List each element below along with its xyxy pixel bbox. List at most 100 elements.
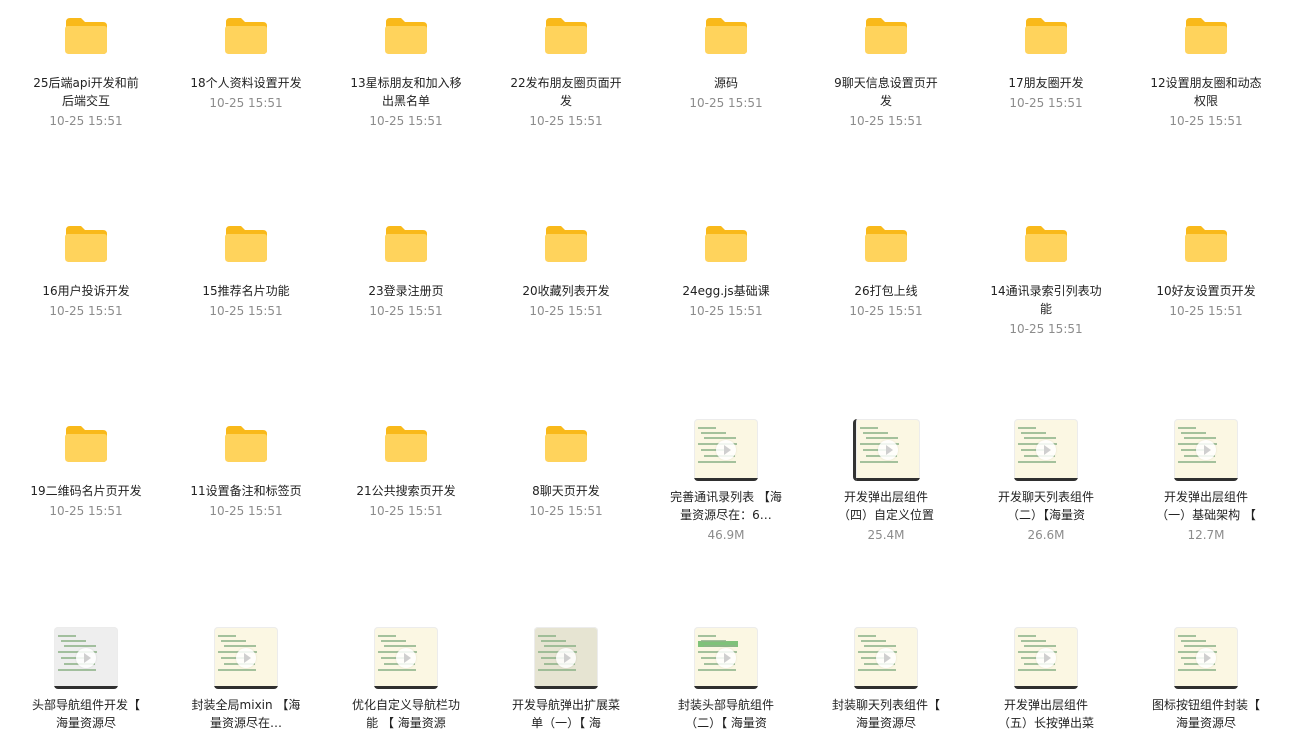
thumbnail xyxy=(383,418,429,470)
folder-item[interactable]: 22发布朋友圈页面开发 10-25 15:51 xyxy=(486,10,646,130)
file-name: 源码 xyxy=(713,76,738,90)
file-name: 9聊天信息设置页开发 xyxy=(834,76,938,108)
modified-time: 10-25 15:51 xyxy=(209,96,283,110)
video-thumbnail-icon xyxy=(1014,419,1078,481)
play-icon xyxy=(716,648,736,668)
file-name: 10好友设置页开发 xyxy=(1156,284,1256,298)
thumbnail xyxy=(863,218,909,270)
folder-icon xyxy=(705,226,747,262)
video-file-item[interactable]: 头部导航组件开发【 海量资源尽 xyxy=(6,627,166,732)
folder-item[interactable]: 18个人资料设置开发 10-25 15:51 xyxy=(166,10,326,112)
play-icon xyxy=(556,648,576,668)
thumbnail xyxy=(214,627,278,689)
folder-item[interactable]: 19二维码名片页开发 10-25 15:51 xyxy=(6,418,166,520)
folder-item[interactable]: 25后端api开发和前后端交互 10-25 15:51 xyxy=(6,10,166,130)
video-thumbnail-icon xyxy=(534,627,598,689)
play-icon xyxy=(396,648,416,668)
folder-item[interactable]: 9聊天信息设置页开发 10-25 15:51 xyxy=(806,10,966,130)
thumbnail xyxy=(63,10,109,62)
video-file-item[interactable]: 优化自定义导航栏功能 【 海量资源 xyxy=(326,627,486,732)
folder-item[interactable]: 20收藏列表开发 10-25 15:51 xyxy=(486,218,646,320)
thumbnail xyxy=(383,218,429,270)
video-file-item[interactable]: 开发弹出层组件（五）长按弹出菜 xyxy=(966,627,1126,732)
play-icon xyxy=(876,648,896,668)
folder-item[interactable]: 源码 10-25 15:51 xyxy=(646,10,806,112)
folder-item[interactable]: 12设置朋友圈和动态权限 10-25 15:51 xyxy=(1126,10,1286,130)
video-file-item[interactable]: 完善通讯录列表 【海量资源尽在：6… 46.9M xyxy=(646,419,806,544)
folder-icon xyxy=(65,18,107,54)
file-name: 22发布朋友圈页面开发 xyxy=(510,76,622,108)
file-name: 16用户投诉开发 xyxy=(42,284,130,298)
folder-item[interactable]: 14通讯录索引列表功能 10-25 15:51 xyxy=(966,218,1126,338)
video-thumbnail-icon xyxy=(854,627,918,689)
thumbnail xyxy=(374,627,438,689)
folder-item[interactable]: 23登录注册页 10-25 15:51 xyxy=(326,218,486,320)
video-file-item[interactable]: 开发导航弹出扩展菜单（一）【 海 xyxy=(486,627,646,732)
video-thumbnail-icon xyxy=(852,419,920,481)
video-thumbnail-icon xyxy=(1014,627,1078,689)
thumbnail xyxy=(1174,419,1238,481)
video-thumbnail-icon xyxy=(1174,419,1238,481)
file-name: 25后端api开发和前后端交互 xyxy=(33,76,139,108)
modified-time: 10-25 15:51 xyxy=(849,114,923,128)
folder-icon xyxy=(1025,226,1067,262)
thumbnail xyxy=(694,627,758,689)
file-name: 开发导航弹出扩展菜单（一）【 海 xyxy=(511,698,620,730)
video-thumbnail-icon xyxy=(54,627,118,689)
folder-item[interactable]: 21公共搜索页开发 10-25 15:51 xyxy=(326,418,486,520)
video-file-item[interactable]: 开发弹出层组件（四）自定义位置 25.4M xyxy=(806,419,966,544)
video-file-item[interactable]: 封装聊天列表组件【 海量资源尽 xyxy=(806,627,966,732)
thumbnail xyxy=(534,627,598,689)
play-icon xyxy=(1196,440,1216,460)
modified-time: 10-25 15:51 xyxy=(369,114,443,128)
thumbnail xyxy=(543,218,589,270)
modified-time: 10-25 15:51 xyxy=(209,304,283,318)
video-thumbnail-icon xyxy=(374,627,438,689)
folder-icon xyxy=(1025,18,1067,54)
folder-item[interactable]: 10好友设置页开发 10-25 15:51 xyxy=(1126,218,1286,320)
file-size: 12.7M xyxy=(1187,528,1225,542)
file-name: 开发弹出层组件（四）自定义位置 xyxy=(837,490,934,522)
thumbnail xyxy=(1023,218,1069,270)
folder-item[interactable]: 13星标朋友和加入移出黑名单 10-25 15:51 xyxy=(326,10,486,130)
folder-item[interactable]: 11设置备注和标签页 10-25 15:51 xyxy=(166,418,326,520)
folder-item[interactable]: 17朋友圈开发 10-25 15:51 xyxy=(966,10,1126,112)
modified-time: 10-25 15:51 xyxy=(1009,322,1083,336)
file-name: 开发弹出层组件（五）长按弹出菜 xyxy=(997,698,1094,730)
thumbnail xyxy=(703,218,749,270)
file-name: 开发弹出层组件（一）基础架构 【 xyxy=(1156,490,1256,522)
folder-icon xyxy=(225,18,267,54)
folder-item[interactable]: 24egg.js基础课 10-25 15:51 xyxy=(646,218,806,320)
thumbnail xyxy=(383,10,429,62)
folder-item[interactable]: 16用户投诉开发 10-25 15:51 xyxy=(6,218,166,320)
file-name: 13星标朋友和加入移出黑名单 xyxy=(350,76,462,108)
file-name: 完善通讯录列表 【海量资源尽在：6… xyxy=(670,490,782,522)
folder-item[interactable]: 15推荐名片功能 10-25 15:51 xyxy=(166,218,326,320)
file-name: 15推荐名片功能 xyxy=(202,284,290,298)
thumbnail xyxy=(63,218,109,270)
file-name: 开发聊天列表组件（二）【海量资 xyxy=(997,490,1094,522)
file-name: 17朋友圈开发 xyxy=(1008,76,1084,90)
folder-item[interactable]: 26打包上线 10-25 15:51 xyxy=(806,218,966,320)
folder-item[interactable]: 8聊天页开发 10-25 15:51 xyxy=(486,418,646,520)
play-icon xyxy=(76,648,96,668)
thumbnail xyxy=(223,418,269,470)
thumbnail xyxy=(854,627,918,689)
file-name: 14通讯录索引列表功能 xyxy=(990,284,1102,316)
video-file-item[interactable]: 封装头部导航组件（二）【 海量资 xyxy=(646,627,806,732)
file-name: 18个人资料设置开发 xyxy=(190,76,302,90)
file-name: 23登录注册页 xyxy=(368,284,444,298)
video-file-item[interactable]: 开发弹出层组件（一）基础架构 【 12.7M xyxy=(1126,419,1286,544)
video-file-item[interactable]: 图标按钮组件封装【 海量资源尽 xyxy=(1126,627,1286,732)
video-thumbnail-icon xyxy=(1174,627,1238,689)
modified-time: 10-25 15:51 xyxy=(49,114,123,128)
modified-time: 10-25 15:51 xyxy=(369,504,443,518)
folder-icon xyxy=(705,18,747,54)
play-icon xyxy=(716,440,736,460)
video-file-item[interactable]: 封装全局mixin 【海量资源尽在… xyxy=(166,627,326,732)
modified-time: 10-25 15:51 xyxy=(689,304,763,318)
video-file-item[interactable]: 开发聊天列表组件（二）【海量资 26.6M xyxy=(966,419,1126,544)
thumbnail xyxy=(703,10,749,62)
thumbnail xyxy=(223,218,269,270)
thumbnail xyxy=(223,10,269,62)
